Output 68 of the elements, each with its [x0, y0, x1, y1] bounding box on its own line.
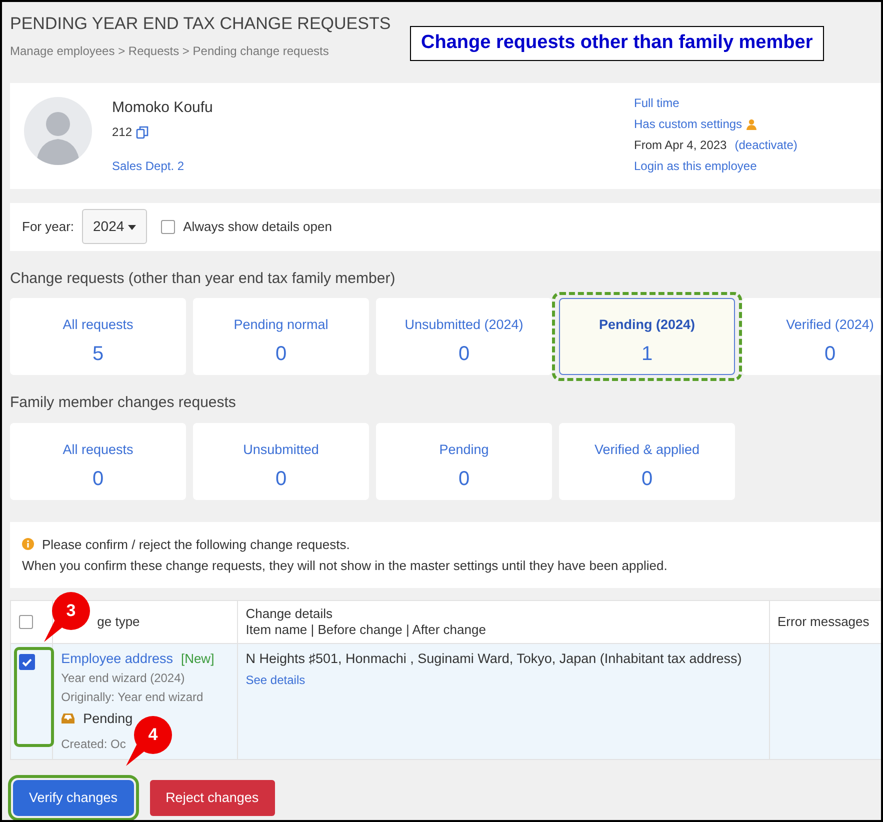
card-label: Pending: [439, 440, 489, 459]
card-label: All requests: [62, 440, 134, 459]
column-header: Change details: [246, 606, 334, 622]
created-date: Created: Oc: [61, 736, 127, 753]
column-header: ge type: [96, 614, 141, 630]
login-link[interactable]: Login as this employee: [634, 156, 798, 176]
status-card[interactable]: Verified (2024) 0: [742, 298, 881, 375]
person-icon: [746, 118, 758, 130]
card-label: Unsubmitted: [243, 440, 319, 458]
employment-type-link[interactable]: Full time: [634, 92, 798, 114]
card-count: 0: [641, 466, 653, 492]
request-type-link[interactable]: Employee address: [61, 648, 173, 669]
status-text: Pending: [83, 710, 133, 728]
card-label: Pending normal: [234, 316, 328, 334]
year-label: For year:: [22, 218, 74, 236]
annotation-label: Change requests other than family member: [410, 26, 824, 60]
request-origin: Originally: Year end wizard: [61, 688, 204, 706]
employee-name: Momoko Koufu: [112, 98, 214, 118]
notice-text: When you confirm these change requests, they will not show in the master settings until they have been applied.: [22, 556, 668, 575]
year-select[interactable]: 2024: [82, 209, 148, 244]
card-label: Pending (2024): [598, 316, 696, 334]
card-label: Verified & applied: [594, 440, 700, 459]
change-details: N Heights ♯501, Honmachi , Suginami Ward, Tokyo, Japan (Inhabitant tax address): [246, 650, 743, 668]
step-callout: 3: [42, 590, 96, 644]
employee-number: 212: [112, 124, 132, 141]
status-card[interactable]: Pending (2024) 1: [559, 298, 735, 375]
notice-text: Please confirm / reject the following change requests.: [42, 536, 350, 554]
section-title: Change requests (other than year end tax family member): [10, 268, 396, 288]
deactivate-link[interactable]: (deactivate): [734, 134, 798, 156]
start-date: From Apr 4, 2023: [634, 136, 727, 154]
caret-icon: [128, 224, 136, 230]
department-link[interactable]: Sales Dept. 2: [112, 156, 632, 174]
see-details-link[interactable]: See details: [246, 670, 306, 689]
card-label: Unsubmitted (2024): [404, 316, 524, 334]
request-source: Year end wizard (2024): [61, 670, 186, 687]
card-count: 1: [641, 342, 653, 368]
section-title: Family member changes requests: [10, 393, 237, 413]
status-card[interactable]: All requests 0: [10, 422, 186, 500]
breadcrumb: Manage employees > Requests > Pending change requests: [10, 43, 329, 60]
status-card[interactable]: Pending normal 0: [193, 298, 369, 375]
card-count: 0: [458, 342, 470, 368]
checkbox[interactable]: [161, 220, 176, 234]
status-card[interactable]: Unsubmitted 0: [193, 422, 369, 500]
card-count: 0: [275, 342, 287, 368]
card-count: 0: [824, 342, 836, 368]
card-count: 0: [92, 466, 104, 492]
card-count: 0: [275, 466, 287, 492]
status-card[interactable]: Verified & applied 0: [559, 422, 735, 500]
checkbox-label: Always show details open: [183, 218, 332, 236]
card-label: Verified (2024): [786, 316, 874, 334]
info-icon: [22, 538, 34, 550]
select-all-checkbox[interactable]: [19, 614, 33, 628]
card-count: 5: [92, 342, 104, 368]
card-count: 0: [458, 466, 470, 492]
column-header: Error messages: [778, 614, 870, 630]
new-tag: [New]: [180, 648, 214, 669]
copy-icon[interactable]: [136, 126, 150, 138]
status-card[interactable]: All requests 5: [10, 298, 186, 375]
custom-settings-link[interactable]: Has custom settings: [634, 114, 742, 134]
page-title: PENDING YEAR END TAX CHANGE REQUESTS: [10, 14, 392, 34]
row-checkbox[interactable]: [19, 654, 35, 670]
verify-button[interactable]: Verify changes: [13, 780, 134, 816]
inbox-icon: [61, 713, 76, 724]
status-card[interactable]: Pending 0: [376, 422, 552, 500]
column-subheader: Item name | Before change | After change: [246, 622, 487, 638]
status-card[interactable]: Unsubmitted (2024) 0: [376, 298, 552, 375]
card-label: All requests: [62, 316, 134, 334]
reject-button[interactable]: Reject changes: [150, 780, 275, 816]
